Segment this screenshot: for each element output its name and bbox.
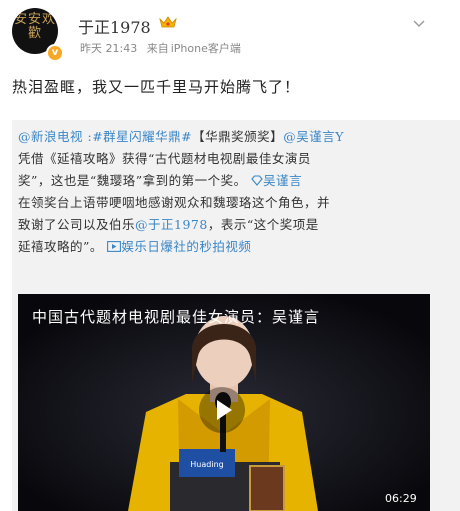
username[interactable]: 于正1978 — [78, 14, 151, 38]
mention-wu[interactable]: @吴谨言Y — [283, 129, 344, 144]
weibo-post-card: 安安欢歡 v 于正1978 昨天 21:43 来自 iPhone客户端 热泪盈眶，… — [0, 0, 460, 511]
diamond-icon — [251, 175, 263, 186]
reposted-content[interactable]: @新浪电视 :#群星闪耀华鼎#【华鼎奖颁奖】@吴谨言Y 凭借《延禧攻略》获得“古… — [12, 120, 460, 511]
play-button[interactable] — [199, 387, 245, 433]
mention-yu[interactable]: @于正1978 — [135, 217, 208, 232]
trophy-label: Huading — [190, 460, 223, 469]
repost-line2: 奖”，这也是“魏璎珞”拿到的第一个奖。 — [18, 173, 247, 188]
mention-wu-2[interactable]: 吴谨言 — [263, 173, 302, 188]
crown-icon[interactable] — [159, 15, 177, 29]
award-tag: 【华鼎奖颁奖】 — [192, 129, 284, 144]
repost-line3: 在领奖台上语带哽咽地感谢观众和魏璎珞这个角色，并 — [18, 195, 331, 210]
video-link-icon — [107, 241, 122, 252]
repost-line1: 凭借《延禧攻略》获得“古代题材电视剧最佳女演员 — [18, 151, 311, 166]
source-prefix: 来自 — [146, 42, 169, 55]
repost-line4: 致谢了公司以及伯乐 — [18, 217, 136, 232]
source-client[interactable]: iPhone客户端 — [171, 42, 241, 55]
post-meta: 昨天 21:43 来自 iPhone客户端 — [80, 40, 247, 56]
video-caption: 中国古代题材电视剧最佳女演员：吴谨言 — [32, 308, 321, 326]
video-duration: 06:29 — [385, 492, 417, 505]
chevron-down-icon[interactable] — [412, 16, 426, 30]
repost-line4b: ，表示“这个奖项是 — [207, 217, 319, 232]
verified-badge-icon: v — [46, 44, 64, 62]
repost-line5: 延禧攻略的”。 — [18, 239, 103, 254]
mention-sina[interactable]: @新浪电视 — [18, 129, 83, 144]
repost-text: @新浪电视 :#群星闪耀华鼎#【华鼎奖颁奖】@吴谨言Y 凭借《延禧攻略》获得“古… — [18, 126, 432, 258]
video-link[interactable]: 娱乐日爆社的秒拍视频 — [121, 239, 251, 254]
post-time[interactable]: 昨天 21:43 — [80, 42, 137, 55]
video-player[interactable]: Huading 中国古代题材电视剧最佳女演员：吴谨言 06:29 — [18, 294, 430, 511]
hashtag-link[interactable]: :#群星闪耀华鼎# — [88, 129, 193, 144]
post-text: 热泪盈眶，我又一匹千里马开始腾飞了！ — [12, 78, 301, 96]
play-icon — [217, 400, 232, 420]
